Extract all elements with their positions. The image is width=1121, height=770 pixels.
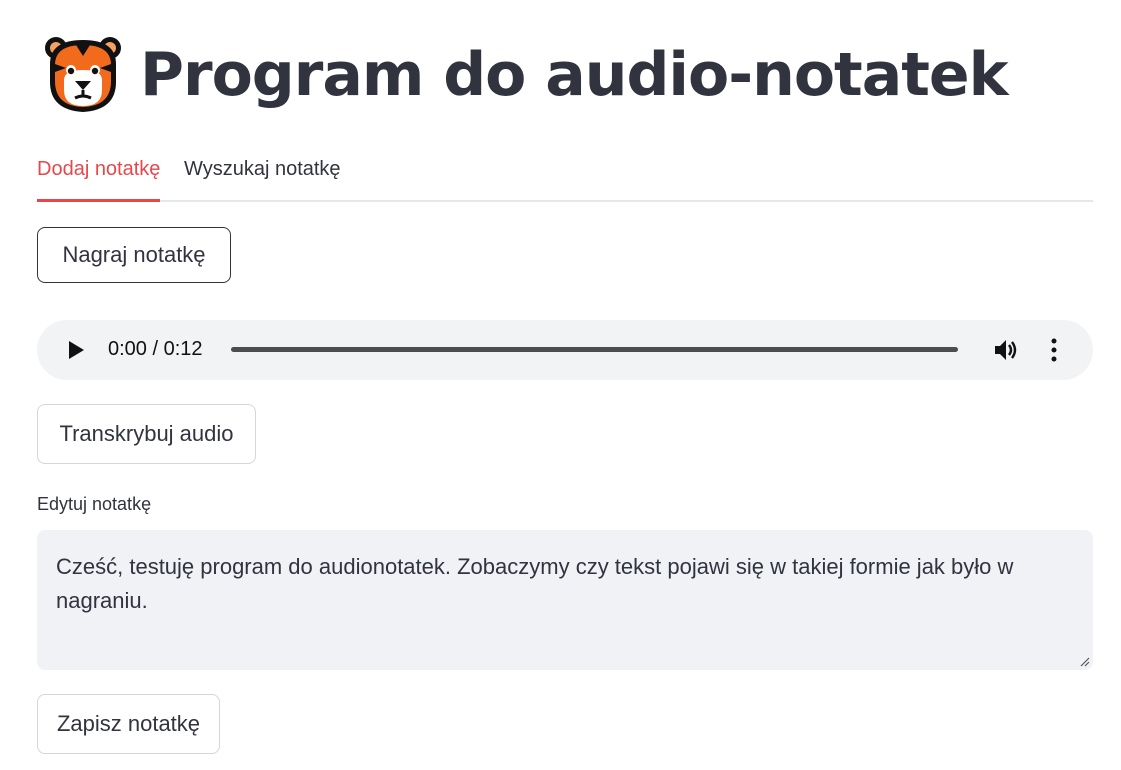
volume-icon[interactable] <box>993 337 1019 363</box>
more-options-icon[interactable] <box>1045 338 1063 362</box>
note-text: Cześć, testuję program do audionotatek. … <box>56 554 1014 613</box>
note-textarea[interactable]: Cześć, testuję program do audionotatek. … <box>37 530 1093 670</box>
page-title: Program do audio-notatek <box>140 40 1009 110</box>
audio-player: 0:00 / 0:12 <box>37 320 1093 380</box>
audio-progress-track[interactable] <box>231 347 958 352</box>
tab-add-note[interactable]: Dodaj notatkę <box>37 158 160 181</box>
audio-time: 0:00 / 0:12 <box>108 338 203 360</box>
active-tab-indicator <box>37 199 160 202</box>
app-header: Program do audio-notatek <box>42 34 1009 116</box>
tab-bar: Dodaj notatkę Wyszukaj notatkę <box>37 150 1093 202</box>
tab-search-note[interactable]: Wyszukaj notatkę <box>184 158 341 181</box>
transcribe-audio-button[interactable]: Transkrybuj audio <box>37 404 256 464</box>
edit-note-label: Edytuj notatkę <box>37 494 152 514</box>
tiger-face-icon <box>45 37 121 112</box>
resize-handle-icon[interactable] <box>1080 657 1090 667</box>
tab-divider <box>37 200 1093 202</box>
record-note-button[interactable]: Nagraj notatkę <box>37 227 231 283</box>
save-note-button[interactable]: Zapisz notatkę <box>37 694 220 754</box>
play-icon[interactable] <box>69 341 84 359</box>
